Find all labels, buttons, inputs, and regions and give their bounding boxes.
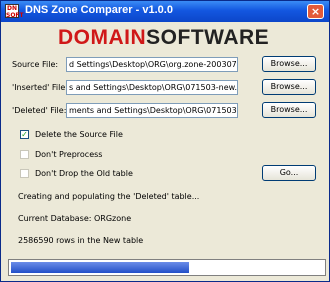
inserted-file-label: 'Inserted' File: (12, 83, 68, 92)
dont-drop-old-checkbox[interactable] (20, 169, 29, 178)
logo-software-text: SOFTWARE (146, 26, 270, 49)
dont-drop-old-label: Don't Drop the Old table (35, 169, 133, 178)
status-line-3: 2586590 rows in the New table (18, 236, 144, 245)
go-button[interactable]: Go... (262, 165, 316, 181)
close-button[interactable]: × (307, 4, 324, 19)
delete-source-checkbox[interactable]: ✓ (20, 130, 29, 139)
progress-fill (11, 262, 189, 273)
inserted-browse-button[interactable]: Browse... (262, 79, 316, 95)
dont-preprocess-label: Don't Preprocess (35, 150, 103, 159)
app-window: DN SOFT DNS Zone Comparer - v1.0.0 × DOM… (0, 0, 330, 282)
deleted-file-field[interactable]: ments and Settings\Desktop\ORG\071503.tx… (66, 103, 238, 118)
source-file-field[interactable]: d Settings\Desktop\ORG\org.zone-20030715 (66, 57, 238, 72)
dont-preprocess-checkbox[interactable] (20, 150, 29, 159)
status-line-2: Current Database: ORGzone (18, 214, 132, 223)
inserted-file-field[interactable]: s and Settings\Desktop\ORG\071503-new.tx… (66, 80, 238, 95)
source-file-label: Source File: (12, 60, 59, 69)
deleted-browse-button[interactable]: Browse... (262, 102, 316, 118)
delete-source-label: Delete the Source File (35, 130, 123, 139)
title-bar[interactable]: DN SOFT DNS Zone Comparer - v1.0.0 × (1, 1, 329, 22)
domainsoftware-logo: DOMAINSOFTWARE (58, 26, 269, 50)
window-title: DNS Zone Comparer - v1.0.0 (25, 4, 173, 16)
source-browse-button[interactable]: Browse... (262, 56, 316, 72)
client-area: DOMAINSOFTWARE Source File: d Settings\D… (4, 22, 326, 278)
progress-bar (8, 259, 326, 276)
app-icon[interactable]: DN SOFT (5, 4, 24, 19)
logo-domain-text: DOMAIN (58, 26, 147, 49)
deleted-file-label: 'Deleted' File: (12, 106, 67, 115)
status-line-1: Creating and populating the 'Deleted' ta… (18, 192, 200, 201)
